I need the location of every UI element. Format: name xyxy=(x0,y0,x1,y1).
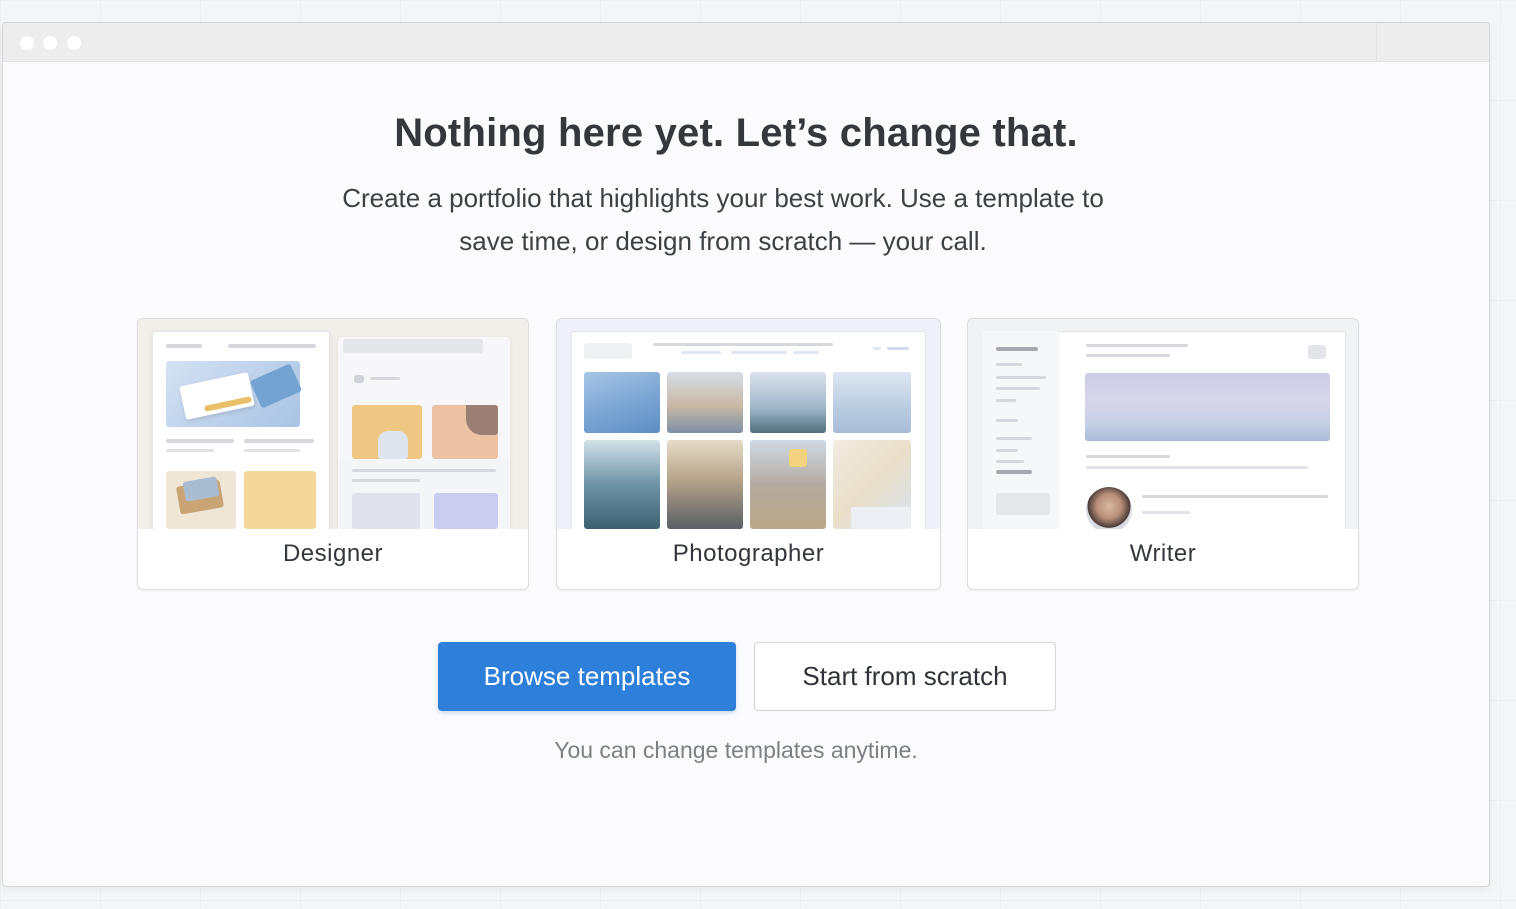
template-card-designer[interactable]: Designer xyxy=(137,318,529,590)
helper-note: You can change templates anytime. xyxy=(554,737,918,763)
subtitle-line-1: Create a portfolio that highlights your … xyxy=(342,183,1104,213)
browse-templates-button[interactable]: Browse templates xyxy=(438,642,736,711)
photographer-preview-image xyxy=(557,319,940,529)
window-close-dot-icon[interactable] xyxy=(20,36,34,50)
start-from-scratch-button[interactable]: Start from scratch xyxy=(754,642,1056,711)
page-title: Nothing here yet. Let’s change that. xyxy=(394,111,1078,155)
designer-card-label: Designer xyxy=(282,540,384,567)
writer-card-label: Writer xyxy=(1129,540,1197,567)
window-minimize-dot-icon[interactable] xyxy=(43,36,57,50)
window-titlebar xyxy=(3,23,1489,62)
subtitle-line-2: save time, or design from scratch — your… xyxy=(459,226,987,256)
designer-preview-image xyxy=(138,319,528,529)
page-subtitle: Create a portfolio that highlights your … xyxy=(283,177,1163,263)
template-card-writer[interactable]: Writer xyxy=(967,318,1359,590)
writer-preview-image xyxy=(968,319,1358,529)
app-window: Nothing here yet. Let’s change that. Cre… xyxy=(2,22,1490,887)
template-card-photographer[interactable]: Photographer xyxy=(556,318,941,590)
photographer-card-label: Photographer xyxy=(672,540,825,567)
window-maximize-dot-icon[interactable] xyxy=(67,36,81,50)
titlebar-divider xyxy=(1376,23,1377,61)
